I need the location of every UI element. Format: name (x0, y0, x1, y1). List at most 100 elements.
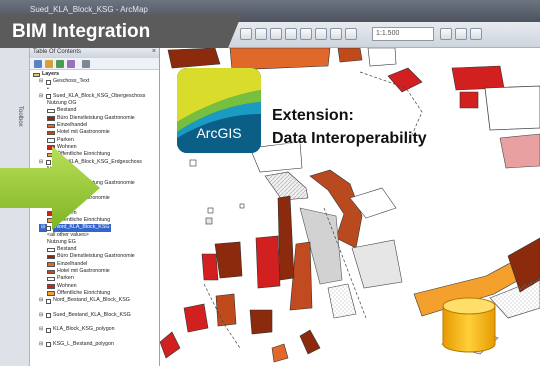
arcgis-logo-text: ArcGIS (196, 125, 242, 141)
legend-swatch (47, 254, 55, 260)
building-existing (367, 48, 397, 67)
expand-toggle-icon[interactable]: ⊟ (39, 326, 43, 333)
toc-row[interactable]: <all other values> (30, 232, 159, 239)
toc-row[interactable]: ⊟ Geschoss_Text (30, 78, 159, 85)
toc-row[interactable]: ⊟ KLA_Block_KSG_polygon (30, 326, 159, 333)
catalog-icon[interactable] (470, 28, 482, 40)
toc-row[interactable]: • (30, 86, 159, 93)
back-icon[interactable] (300, 28, 312, 40)
legend-swatch (47, 130, 55, 136)
legend-swatch (47, 116, 55, 121)
toc-row-label: Öffentliche Einrichtung (57, 289, 111, 296)
arcgis-logo: ArcGIS (177, 68, 261, 153)
toc-row[interactable]: ⊟ Sued_Bestand_KLA_Block_KSG (30, 312, 159, 319)
layer-visibility-checkbox[interactable] (46, 327, 51, 333)
building-existing (327, 283, 357, 319)
building-existing (207, 207, 214, 214)
database-icon (442, 297, 496, 353)
toc-row[interactable]: Büro Dienstleistung Gastronomie (30, 115, 159, 122)
toc-row-label: Nord_Bestand_KLA_Block_KSG (53, 297, 130, 304)
building-office (299, 329, 321, 355)
toc-row[interactable]: ⊟ KSG_L_Bestand_polygon (30, 341, 159, 348)
building-retail (229, 48, 331, 71)
zoom-out-icon[interactable] (255, 28, 267, 40)
building-existing (499, 133, 540, 169)
expand-toggle-icon[interactable]: ⊟ (39, 93, 43, 100)
toc-row-label: Nutzung EG (47, 238, 76, 245)
toc-row-label: Sued_Bestand_KLA_Block_KSG (53, 311, 131, 318)
expand-toggle-icon[interactable]: ⊟ (39, 78, 43, 85)
list-by-drawing-order-icon[interactable] (34, 60, 42, 68)
layers-folder-icon (33, 72, 40, 77)
layer-visibility-checkbox[interactable] (46, 298, 51, 304)
list-by-source-icon[interactable] (45, 60, 53, 68)
building-office (249, 309, 273, 335)
toc-toolbar (30, 58, 159, 70)
toc-row[interactable]: Büro Dienstleistung Gastronomie (30, 253, 159, 260)
measure-icon[interactable] (455, 28, 467, 40)
pan-icon[interactable] (270, 28, 282, 40)
toc-row-label: • (47, 85, 49, 92)
expand-toggle-icon[interactable]: ⊟ (39, 341, 43, 348)
toc-row[interactable]: Layers (30, 71, 159, 78)
building-hotel (215, 293, 237, 327)
identify-icon[interactable] (345, 28, 357, 40)
pointer-arrow-icon (0, 146, 100, 230)
list-by-selection-icon[interactable] (67, 60, 75, 68)
toc-row[interactable]: ⊟ Nord_Bestand_KLA_Block_KSG (30, 297, 159, 304)
toc-row[interactable]: ⊟ Sued_KLA_Block_KSG_Obergeschoss (30, 93, 159, 100)
legend-swatch (47, 108, 55, 114)
legend-swatch (47, 138, 55, 143)
toc-header: Table Of Contents × (30, 48, 159, 58)
close-icon[interactable]: × (152, 48, 156, 55)
layer-visibility-checkbox[interactable] (46, 94, 51, 100)
building-existing (484, 85, 540, 131)
building-residential (201, 253, 219, 281)
toc-row-label: Bestand (57, 246, 77, 253)
toc-row-label: Sued_KLA_Block_KSG_Obergeschoss (53, 92, 146, 99)
toc-row[interactable]: Nutzung EG (30, 239, 159, 246)
toc-row[interactable] (30, 305, 159, 312)
toc-row[interactable]: Bestand (30, 107, 159, 114)
toc-row-label: Nutzung OG (47, 100, 77, 107)
toc-row[interactable] (30, 334, 159, 341)
toc-row[interactable]: Parken (30, 137, 159, 144)
toc-row-label: KSG_L_Bestand_polygon (53, 340, 114, 347)
full-extent-icon[interactable] (285, 28, 297, 40)
building-residential (451, 65, 505, 91)
title-banner: BIM Integration (0, 14, 228, 48)
building-hotel (167, 48, 221, 69)
toc-row[interactable]: Einzelhandel (30, 261, 159, 268)
toc-row[interactable]: Parken (30, 275, 159, 282)
toc-row-label: Layers (42, 71, 60, 77)
toc-row-label: Büro Dienstleistung Gastronomie (57, 253, 135, 260)
toc-row[interactable]: Bestand (30, 246, 159, 253)
layer-visibility-checkbox[interactable] (46, 79, 51, 85)
toc-row[interactable]: Wohnen (30, 283, 159, 290)
toc-row[interactable] (30, 319, 159, 326)
list-by-visibility-icon[interactable] (56, 60, 64, 68)
editor-icon[interactable] (440, 28, 452, 40)
layer-visibility-checkbox[interactable] (46, 313, 51, 319)
building-residential (387, 67, 423, 93)
toc-title: Table Of Contents (33, 49, 82, 55)
building-residential (183, 303, 209, 333)
toc-row-label: Geschoss_Text (53, 78, 90, 85)
expand-toggle-icon[interactable]: ⊟ (39, 297, 43, 304)
toc-row[interactable]: Hotel mit Gastronomie (30, 129, 159, 136)
forward-icon[interactable] (315, 28, 327, 40)
toc-row-label: Hotel mit Gastronomie (57, 268, 110, 275)
toc-row-label: Parken (57, 136, 74, 143)
building-residential (255, 235, 281, 289)
toc-row[interactable]: Öffentliche Einrichtung (30, 290, 159, 297)
layer-visibility-checkbox[interactable] (46, 342, 51, 348)
toc-row[interactable]: Hotel mit Gastronomie (30, 268, 159, 275)
toc-row[interactable]: Einzelhandel (30, 122, 159, 129)
expand-toggle-icon[interactable]: ⊟ (39, 312, 43, 319)
select-icon[interactable] (330, 28, 342, 40)
building-retail (271, 343, 289, 363)
scale-combo[interactable]: 1:1.500 (372, 27, 434, 41)
options-icon[interactable] (82, 60, 90, 68)
banner-tail (228, 14, 242, 48)
toc-row[interactable]: Nutzung OG (30, 100, 159, 107)
